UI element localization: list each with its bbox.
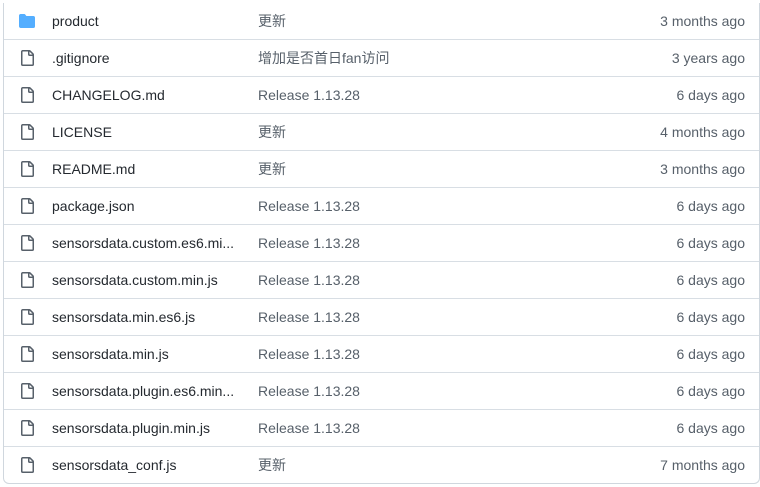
file-row[interactable]: product 更新 3 months ago xyxy=(4,3,759,39)
file-name-link[interactable]: .gitignore xyxy=(52,50,110,66)
commit-message-link[interactable]: Release 1.13.28 xyxy=(258,420,360,436)
commit-age: 4 months ago xyxy=(660,124,745,140)
commit-age: 6 days ago xyxy=(676,198,746,214)
file-row[interactable]: sensorsdata.min.es6.js Release 1.13.28 6… xyxy=(4,298,759,335)
file-icon xyxy=(4,420,52,436)
commit-message-link[interactable]: Release 1.13.28 xyxy=(258,198,360,214)
file-row[interactable]: sensorsdata.custom.es6.mi... Release 1.1… xyxy=(4,224,759,261)
file-icon xyxy=(4,346,52,362)
file-row[interactable]: sensorsdata.custom.min.js Release 1.13.2… xyxy=(4,261,759,298)
file-row[interactable]: LICENSE 更新 4 months ago xyxy=(4,113,759,150)
file-icon xyxy=(4,198,52,214)
commit-message-link[interactable]: 更新 xyxy=(258,124,286,140)
file-icon xyxy=(4,272,52,288)
commit-message-link[interactable]: Release 1.13.28 xyxy=(258,272,360,288)
commit-age: 3 years ago xyxy=(671,50,745,66)
file-icon xyxy=(4,235,52,251)
commit-message-link[interactable]: Release 1.13.28 xyxy=(258,383,360,399)
file-icon xyxy=(4,457,52,473)
file-name-link[interactable]: sensorsdata.custom.es6.mi... xyxy=(52,235,234,251)
commit-age: 6 days ago xyxy=(676,383,746,399)
file-name-link[interactable]: sensorsdata.min.es6.js xyxy=(52,309,195,325)
commit-age: 6 days ago xyxy=(676,309,746,325)
commit-age: 6 days ago xyxy=(676,235,746,251)
file-row[interactable]: package.json Release 1.13.28 6 days ago xyxy=(4,187,759,224)
file-row[interactable]: sensorsdata.min.js Release 1.13.28 6 day… xyxy=(4,335,759,372)
file-list: product 更新 3 months ago .gitignore 增加是否首… xyxy=(3,3,760,484)
file-name-link[interactable]: sensorsdata.min.js xyxy=(52,346,169,362)
commit-age: 6 days ago xyxy=(676,420,746,436)
commit-message-link[interactable]: 更新 xyxy=(258,13,286,29)
commit-message-link[interactable]: 增加是否首日fan访问 xyxy=(258,50,389,66)
commit-message-link[interactable]: 更新 xyxy=(258,161,286,177)
file-icon xyxy=(4,309,52,325)
file-name-link[interactable]: README.md xyxy=(52,161,135,177)
commit-age: 7 months ago xyxy=(660,457,745,473)
commit-message-link[interactable]: Release 1.13.28 xyxy=(258,87,360,103)
commit-message-link[interactable]: Release 1.13.28 xyxy=(258,346,360,362)
commit-age: 6 days ago xyxy=(676,272,746,288)
commit-age: 6 days ago xyxy=(676,87,746,103)
file-icon xyxy=(4,124,52,140)
file-icon xyxy=(4,50,52,66)
file-name-link[interactable]: CHANGELOG.md xyxy=(52,87,165,103)
file-name-link[interactable]: sensorsdata_conf.js xyxy=(52,457,177,473)
file-icon xyxy=(4,87,52,103)
file-row[interactable]: .gitignore 增加是否首日fan访问 3 years ago xyxy=(4,39,759,76)
file-name-link[interactable]: sensorsdata.plugin.min.js xyxy=(52,420,210,436)
file-name-link[interactable]: sensorsdata.custom.min.js xyxy=(52,272,218,288)
folder-icon xyxy=(4,13,52,29)
commit-age: 3 months ago xyxy=(660,161,745,177)
file-name-link[interactable]: sensorsdata.plugin.es6.min... xyxy=(52,383,234,399)
file-icon xyxy=(4,161,52,177)
file-row[interactable]: sensorsdata.plugin.es6.min... Release 1.… xyxy=(4,372,759,409)
commit-message-link[interactable]: Release 1.13.28 xyxy=(258,309,360,325)
commit-age: 3 months ago xyxy=(660,13,745,29)
commit-age: 6 days ago xyxy=(676,346,746,362)
commit-message-link[interactable]: Release 1.13.28 xyxy=(258,235,360,251)
file-name-link[interactable]: LICENSE xyxy=(52,124,112,140)
commit-message-link[interactable]: 更新 xyxy=(258,457,286,473)
file-row[interactable]: sensorsdata_conf.js 更新 7 months ago xyxy=(4,446,759,483)
file-icon xyxy=(4,383,52,399)
file-row[interactable]: sensorsdata.plugin.min.js Release 1.13.2… xyxy=(4,409,759,446)
file-row[interactable]: CHANGELOG.md Release 1.13.28 6 days ago xyxy=(4,76,759,113)
file-name-link[interactable]: package.json xyxy=(52,198,135,214)
file-row[interactable]: README.md 更新 3 months ago xyxy=(4,150,759,187)
file-name-link[interactable]: product xyxy=(52,13,99,29)
